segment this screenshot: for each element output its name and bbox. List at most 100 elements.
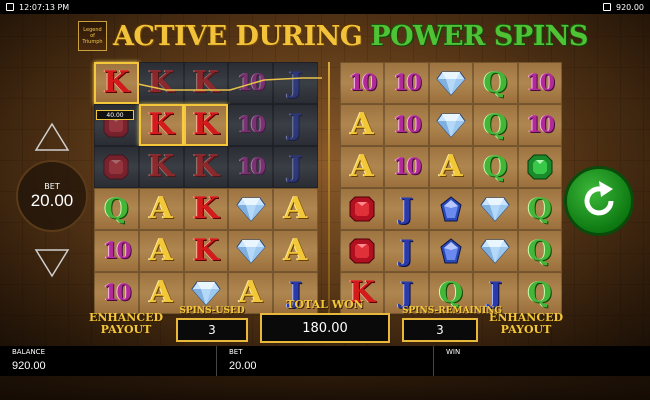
symbol-10: 10 xyxy=(348,70,378,96)
title-text: ACTIVE DURING POWER SPINS xyxy=(113,21,589,52)
status-bar: 12:07:13 PM 920.00 xyxy=(0,0,650,14)
bet-decrease-button[interactable] xyxy=(34,248,70,278)
left-reel-cell: K xyxy=(138,146,184,188)
symbol-k: K xyxy=(192,149,220,184)
wallet-icon xyxy=(603,3,611,11)
symbol-k: K xyxy=(148,65,175,100)
emerald-icon xyxy=(527,154,553,180)
symbol-q: Q xyxy=(527,276,552,309)
total-won-counter: TOTAL WON 180.00 xyxy=(260,298,390,343)
arrow-down-icon xyxy=(34,249,70,278)
diamond-icon xyxy=(236,238,266,264)
symbol-k: K xyxy=(192,191,220,226)
footer-bet: BET 20.00 xyxy=(217,346,434,376)
symbol-10: 10 xyxy=(237,154,266,180)
symbol-j: J xyxy=(288,108,303,141)
diamond-icon xyxy=(436,70,466,96)
symbol-a: A xyxy=(239,275,263,310)
arrow-up-icon xyxy=(34,122,70,151)
left-reel-cell: K xyxy=(183,188,229,230)
left-reel-cell: J xyxy=(273,62,318,104)
symbol-k: K xyxy=(148,107,175,142)
footer-bet-label: BET xyxy=(229,348,243,356)
symbol-10: 10 xyxy=(103,280,132,306)
symbol-10: 10 xyxy=(237,70,266,96)
symbol-10: 10 xyxy=(393,70,422,96)
reel-divider xyxy=(328,62,330,314)
symbol-k: K xyxy=(148,149,175,184)
symbol-q: Q xyxy=(483,108,508,141)
footer-balance-label: BALANCE xyxy=(12,348,45,356)
ruby-icon xyxy=(349,196,375,222)
left-reel-cell: 10 xyxy=(228,104,274,146)
right-reel-cell: Q xyxy=(473,62,518,104)
symbol-j: J xyxy=(399,276,414,309)
spins-used-value: 3 xyxy=(176,318,248,342)
right-reel-cell: Q xyxy=(517,272,562,314)
diamond-icon xyxy=(480,238,511,264)
symbol-j: J xyxy=(399,234,414,267)
left-reel-cell: 10 xyxy=(228,62,274,104)
left-reel-cell: K xyxy=(183,146,229,188)
left-reel-cell: Q xyxy=(94,188,139,230)
bet-increase-button[interactable] xyxy=(34,122,70,152)
right-reel-cell xyxy=(340,188,385,230)
right-reel-cell: 10 xyxy=(384,104,429,146)
symbol-q: Q xyxy=(527,192,552,225)
left-reel-cell: 10 xyxy=(228,146,274,188)
phone-icon xyxy=(6,3,14,11)
symbol-j: J xyxy=(288,66,303,99)
right-reel-set: 10 10 Q 10 A 10 Q 10 A 10 A Q J Q J Q K J Q J Q xyxy=(340,62,562,314)
title-banner: Legend of Triumph ACTIVE DURING POWER SPI… xyxy=(78,18,588,54)
right-reel-cell: J xyxy=(384,188,429,230)
left-reel-cell xyxy=(228,188,274,230)
right-reel-cell: J xyxy=(384,230,429,272)
sapphire-icon xyxy=(438,196,464,222)
win-amount-label: 40.00 xyxy=(96,110,134,120)
right-reel-cell: Q xyxy=(473,146,518,188)
left-reel-cell: 10 xyxy=(94,230,139,272)
symbol-a: A xyxy=(350,149,374,184)
footer-balance-value: 920.00 xyxy=(12,360,46,372)
right-reel-cell: 10 xyxy=(384,146,429,188)
game-logo: Legend of Triumph xyxy=(78,21,107,51)
right-reel-cell: Q xyxy=(517,188,562,230)
symbol-a: A xyxy=(350,107,374,142)
spins-remaining-label: SPINS-REMAINING xyxy=(402,306,503,316)
right-reel-cell xyxy=(428,62,474,104)
right-reel-cell xyxy=(428,230,474,272)
bet-display: BET 20.00 xyxy=(16,160,88,232)
symbol-a: A xyxy=(149,191,173,226)
bet-label: BET xyxy=(44,181,60,191)
right-reel-cell: 10 xyxy=(340,62,385,104)
spin-button[interactable] xyxy=(564,166,634,236)
right-reel-cell: 10 xyxy=(384,62,429,104)
symbol-q: Q xyxy=(104,192,129,225)
right-reel-cell xyxy=(473,188,518,230)
spins-remaining-counter: SPINS-REMAINING 3 xyxy=(402,306,503,342)
left-reel-cell: K xyxy=(138,104,184,146)
left-reel-cell: A xyxy=(273,188,318,230)
spins-used-counter: SPINS-USED 3 xyxy=(176,306,248,342)
game-area: Legend of Triumph ACTIVE DURING POWER SPI… xyxy=(0,14,650,346)
right-reel-cell xyxy=(517,146,562,188)
footer-balance: BALANCE 920.00 xyxy=(0,346,217,376)
enhanced-payout-left: ENHANCED PAYOUT xyxy=(88,311,164,336)
spin-arrow-icon xyxy=(584,181,614,216)
diamond-icon xyxy=(480,196,511,222)
left-reel-cell: A xyxy=(138,230,184,272)
symbol-k: K xyxy=(103,65,130,100)
status-balance: 920.00 xyxy=(616,2,644,12)
symbol-10: 10 xyxy=(237,112,266,138)
sapphire-icon xyxy=(438,238,464,264)
right-reel-cell: Q xyxy=(473,104,518,146)
symbol-q: Q xyxy=(483,150,508,183)
diamond-icon xyxy=(236,196,266,222)
right-reel-cell: 10 xyxy=(517,104,562,146)
right-reel-cell: Q xyxy=(517,230,562,272)
diamond-icon xyxy=(436,112,466,138)
symbol-q: Q xyxy=(438,276,464,309)
symbol-a: A xyxy=(149,275,173,310)
right-reel-cell xyxy=(428,188,474,230)
symbol-10: 10 xyxy=(103,238,132,264)
